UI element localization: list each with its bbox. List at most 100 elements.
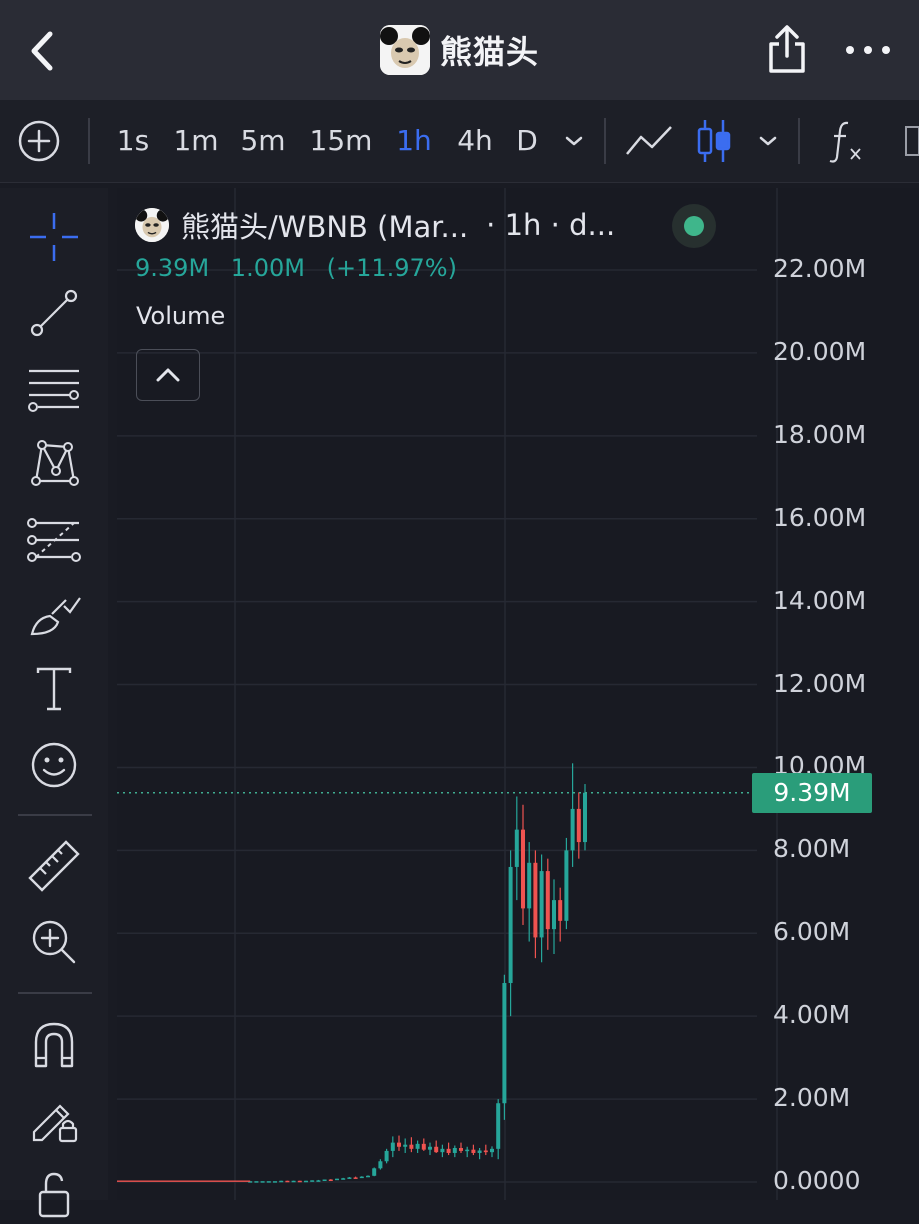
drawing-tools-panel — [0, 188, 108, 1218]
collapse-legend-button[interactable] — [136, 349, 200, 401]
candle-body — [310, 1180, 315, 1182]
candle — [527, 842, 532, 942]
y-tick-label: 6.00M — [773, 917, 851, 947]
interval-label: · 1h · d... — [486, 208, 616, 242]
candle-body — [477, 1150, 482, 1153]
y-tick-label: 18.00M — [773, 419, 867, 449]
lock-drawings-icon — [32, 1104, 78, 1143]
lock-drawings-tool[interactable] — [24, 1088, 84, 1148]
candle-body — [273, 1181, 277, 1183]
candle — [390, 1136, 395, 1158]
candle — [496, 1099, 501, 1160]
candle-body — [421, 1143, 426, 1150]
brush-tool[interactable] — [24, 586, 84, 646]
candle-body — [471, 1149, 476, 1153]
magnet-tool[interactable] — [24, 1014, 84, 1074]
timeframe-5m[interactable]: 5m — [236, 100, 290, 182]
candle — [440, 1144, 445, 1158]
candle — [310, 1180, 315, 1182]
candle-body — [260, 1181, 265, 1183]
candle-body — [446, 1148, 451, 1153]
candle — [570, 763, 575, 867]
candle — [421, 1138, 426, 1151]
crosshair-tool[interactable] — [24, 207, 84, 267]
ruler-icon — [28, 840, 80, 892]
market-status[interactable] — [672, 204, 716, 248]
candle — [415, 1140, 420, 1153]
top-navigation-bar: 熊猫头 — [0, 0, 919, 100]
candle-body — [328, 1179, 333, 1182]
fib-retracement-tool[interactable] — [24, 510, 84, 570]
candle-body — [570, 808, 575, 851]
timeframe-d[interactable]: D — [510, 100, 544, 182]
chart-type-dropdown[interactable] — [754, 100, 782, 182]
unlock-icon — [38, 1172, 70, 1218]
emoji-tool[interactable] — [24, 735, 84, 795]
candle-body — [285, 1180, 290, 1183]
more-options-button[interactable] — [846, 36, 890, 64]
candle-body — [347, 1177, 352, 1179]
add-indicator-icon — [18, 120, 60, 162]
add-indicator-button[interactable] — [18, 100, 60, 182]
text-tool[interactable] — [24, 659, 84, 719]
toolbar-overflow-edge — [900, 100, 919, 182]
candle — [583, 784, 587, 851]
candle-body — [527, 862, 532, 909]
line-chart-button[interactable] — [624, 100, 674, 182]
y-tick-label: 16.00M — [773, 502, 867, 532]
timeframe-dropdown[interactable] — [560, 100, 588, 182]
trend-line-icon — [30, 289, 78, 337]
candle-body — [502, 983, 507, 1104]
candle-body — [397, 1142, 401, 1147]
candle — [341, 1177, 346, 1180]
candle-body — [366, 1175, 370, 1178]
timeframe-4h[interactable]: 4h — [450, 100, 500, 182]
candle — [471, 1144, 476, 1156]
current-price-tag: 9.39M — [752, 772, 872, 813]
ruler-tool[interactable] — [24, 836, 84, 896]
line-chart-icon — [626, 126, 672, 155]
trend-line-tool[interactable] — [24, 283, 84, 343]
horizontal-lines-tool[interactable] — [24, 359, 84, 419]
chevron-up-icon — [156, 368, 180, 382]
back-button[interactable] — [22, 28, 62, 74]
unlock-tool[interactable] — [24, 1164, 84, 1224]
tools-divider — [18, 814, 92, 816]
candle-body — [409, 1144, 414, 1149]
indicators-button[interactable] — [826, 100, 866, 182]
candle — [366, 1175, 370, 1178]
candle-body — [459, 1148, 463, 1151]
candle-body — [465, 1149, 470, 1152]
chart-panel[interactable]: 熊猫头/WBNB (Mar... · 1h · d... 9.39M 1.00M… — [117, 188, 919, 1200]
candle-body — [403, 1144, 408, 1147]
candle-body — [378, 1161, 383, 1169]
y-tick-label: 8.00M — [773, 834, 851, 864]
share-button[interactable] — [766, 24, 808, 76]
timeframe-1s[interactable]: 1s — [108, 100, 158, 182]
y-tick-label: 14.00M — [773, 585, 867, 615]
candle — [490, 1146, 494, 1158]
candle — [552, 879, 556, 954]
candle — [397, 1135, 401, 1151]
candle-body — [576, 808, 581, 843]
trading-pair-label[interactable]: 熊猫头/WBNB (Mar... — [181, 204, 468, 246]
candle-body — [434, 1146, 439, 1153]
timeframe-dropdown-icon — [565, 136, 583, 146]
y-tick-label: 4.00M — [773, 1000, 851, 1030]
candle-body — [322, 1179, 327, 1182]
candle — [279, 1180, 284, 1183]
candlestick-button[interactable] — [694, 100, 734, 182]
pattern-tool[interactable] — [24, 433, 84, 493]
timeframe-1h[interactable]: 1h — [390, 100, 438, 182]
candle-body — [514, 829, 519, 867]
candle-body — [508, 866, 513, 984]
text-icon — [36, 667, 72, 711]
candle — [403, 1138, 408, 1153]
volume-indicator-label[interactable]: Volume — [136, 302, 225, 330]
zoom-in-tool[interactable] — [24, 912, 84, 972]
y-tick-label: 20.00M — [773, 336, 867, 366]
candle-body — [564, 850, 569, 921]
chart-type-dropdown-icon — [759, 136, 777, 146]
timeframe-15m[interactable]: 15m — [306, 100, 376, 182]
timeframe-1m[interactable]: 1m — [170, 100, 222, 182]
